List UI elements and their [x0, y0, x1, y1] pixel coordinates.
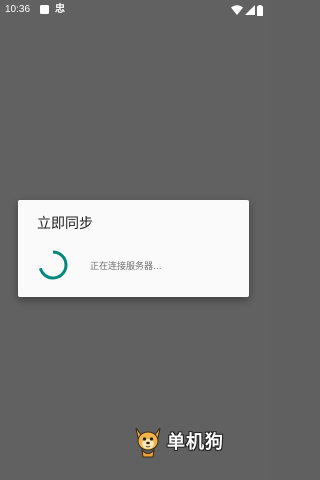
status-icons [231, 4, 263, 16]
notification-square-icon [40, 5, 49, 14]
app-notification-glyph: 忠 [55, 4, 65, 15]
dialog-title: 立即同步 [37, 216, 93, 232]
wifi-icon [231, 5, 243, 15]
signal-icon [245, 5, 255, 15]
dog-mascot-icon [135, 427, 161, 458]
status-bar: 10:36 忠 [0, 0, 269, 20]
status-time: 10:36 [5, 4, 31, 15]
loading-spinner-icon [38, 250, 68, 280]
battery-icon [257, 4, 263, 16]
watermark: 单机狗 [132, 424, 242, 460]
screen: 10:36 忠 立即同步 正在连接服务器... 单机狗 [0, 0, 269, 480]
dialog-message: 正在连接服务器... [90, 262, 162, 272]
watermark-text: 单机狗 [167, 432, 224, 453]
sync-progress-dialog: 立即同步 正在连接服务器... [18, 200, 249, 297]
